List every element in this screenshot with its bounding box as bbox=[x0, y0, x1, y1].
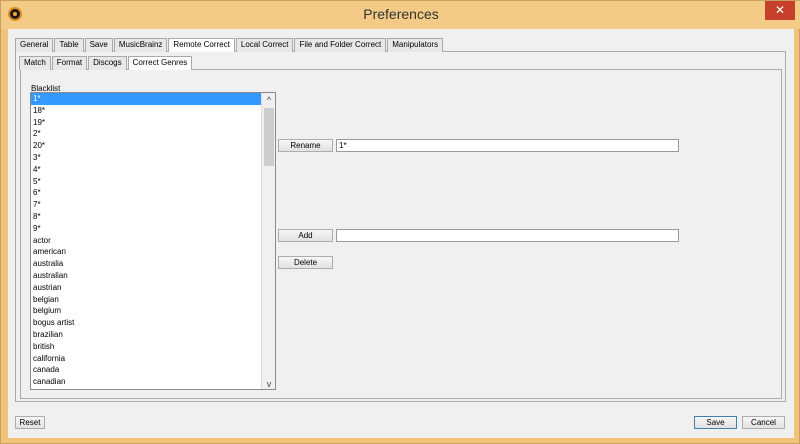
dialog-body: General Table Save MusicBrainz Remote Co… bbox=[8, 29, 794, 438]
list-item[interactable]: australia bbox=[31, 258, 262, 270]
list-item[interactable]: canada bbox=[31, 364, 262, 376]
tab-manipulators[interactable]: Manipulators bbox=[387, 38, 444, 52]
subtab-match[interactable]: Match bbox=[19, 56, 51, 70]
add-input[interactable] bbox=[336, 229, 679, 242]
list-item[interactable]: british bbox=[31, 341, 262, 353]
rename-button[interactable]: Rename bbox=[278, 139, 333, 152]
delete-button[interactable]: Delete bbox=[278, 256, 333, 269]
scroll-thumb[interactable] bbox=[264, 108, 274, 166]
list-item[interactable]: 8* bbox=[31, 211, 262, 223]
list-item[interactable]: 3* bbox=[31, 152, 262, 164]
close-button[interactable]: ✕ bbox=[765, 1, 795, 20]
list-item[interactable]: actor bbox=[31, 235, 262, 247]
list-item[interactable]: 1* bbox=[31, 93, 262, 105]
tab-file-and-folder-correct[interactable]: File and Folder Correct bbox=[294, 38, 387, 52]
cancel-button[interactable]: Cancel bbox=[742, 416, 785, 429]
sub-tabs: Match Format Discogs Correct Genres bbox=[19, 56, 193, 70]
list-item[interactable]: california bbox=[31, 353, 262, 365]
blacklist-list[interactable]: 1* 18* 19* 2* 20* 3* 4* 5* 6* 7* 8* 9* a… bbox=[30, 92, 276, 390]
list-item[interactable]: 20* bbox=[31, 140, 262, 152]
add-button[interactable]: Add bbox=[278, 229, 333, 242]
list-item[interactable]: belgium bbox=[31, 305, 262, 317]
scroll-down-arrow-icon[interactable]: v bbox=[262, 377, 275, 389]
list-item[interactable]: 6* bbox=[31, 187, 262, 199]
subtab-discogs[interactable]: Discogs bbox=[88, 56, 127, 70]
list-item[interactable]: 19* bbox=[31, 117, 262, 129]
vertical-scrollbar[interactable]: ^ v bbox=[261, 93, 275, 389]
list-item[interactable]: 9* bbox=[31, 223, 262, 235]
list-item[interactable]: canadian bbox=[31, 376, 262, 388]
list-item[interactable]: bogus artist bbox=[31, 317, 262, 329]
tab-table[interactable]: Table bbox=[54, 38, 84, 52]
reset-button[interactable]: Reset bbox=[15, 416, 45, 429]
tab-general[interactable]: General bbox=[15, 38, 54, 52]
window-title: Preferences bbox=[363, 6, 439, 22]
list-item[interactable]: 4* bbox=[31, 164, 262, 176]
title-bar[interactable]: Preferences ✕ bbox=[1, 1, 800, 29]
scroll-up-arrow-icon[interactable]: ^ bbox=[262, 93, 275, 107]
save-button[interactable]: Save bbox=[694, 416, 737, 429]
subtab-correct-genres[interactable]: Correct Genres bbox=[127, 56, 193, 70]
list-item[interactable]: 2* bbox=[31, 128, 262, 140]
list-item[interactable]: 5* bbox=[31, 176, 262, 188]
main-tabs: General Table Save MusicBrainz Remote Co… bbox=[15, 38, 444, 52]
list-item[interactable]: brazilian bbox=[31, 329, 262, 341]
subtab-format[interactable]: Format bbox=[51, 56, 88, 70]
list-item[interactable]: 18* bbox=[31, 105, 262, 117]
rename-input[interactable]: 1* bbox=[336, 139, 679, 152]
list-item[interactable]: american bbox=[31, 246, 262, 258]
tab-local-correct[interactable]: Local Correct bbox=[235, 38, 294, 52]
list-item[interactable]: belgian bbox=[31, 294, 262, 306]
list-item[interactable]: 7* bbox=[31, 199, 262, 211]
tab-remote-correct[interactable]: Remote Correct bbox=[168, 38, 235, 52]
list-item[interactable]: australian bbox=[31, 270, 262, 282]
tab-musicbrainz[interactable]: MusicBrainz bbox=[113, 38, 168, 52]
preferences-window: Preferences ✕ General Table Save MusicBr… bbox=[0, 0, 800, 444]
list-item[interactable]: austrian bbox=[31, 282, 262, 294]
tab-save[interactable]: Save bbox=[84, 38, 113, 52]
